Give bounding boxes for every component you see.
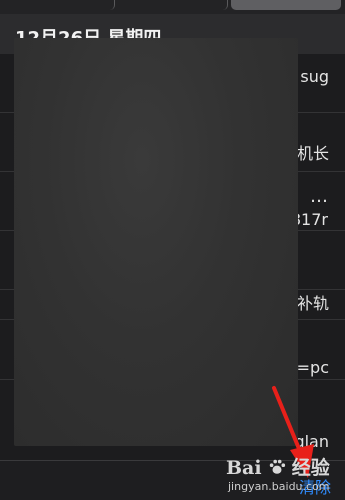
tab-history[interactable] [231,0,341,10]
history-row-text: 补轨 [296,294,329,313]
watermark-site: jingyan.baidu.com [228,480,330,493]
history-row-text: =pc [296,358,329,377]
baidu-jingyan-watermark: Bai 经验 jingyan.baidu.com [226,453,330,493]
history-row-text: sug [300,67,329,86]
tab-bookmarks[interactable] [3,0,115,10]
history-row-text: 机长 [296,144,329,163]
paw-icon [269,459,285,474]
segmented-control: oo [0,0,345,14]
watermark-logo-right: 经验 [291,457,330,479]
blurred-preview-overlay [14,38,298,446]
glasses-icon: oo [165,0,181,4]
watermark-logo-left: Bai [226,457,262,479]
history-row-ellipsis: … [310,186,329,207]
tab-reading-list[interactable]: oo [118,0,228,10]
